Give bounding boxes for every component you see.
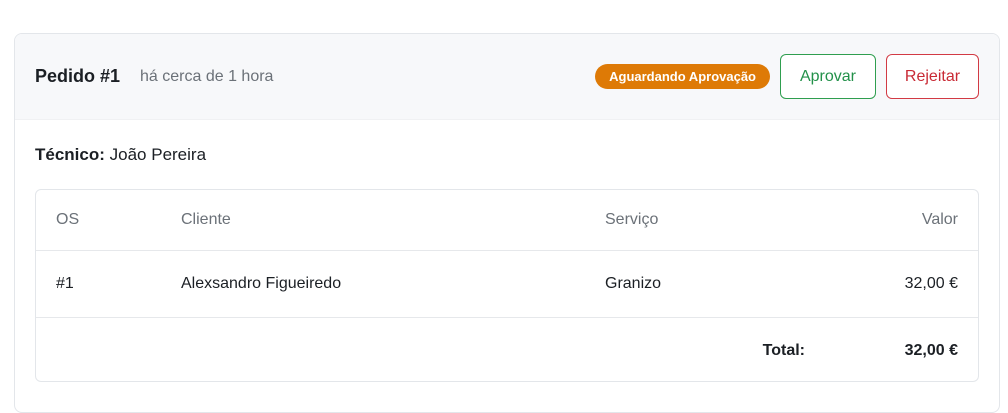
total-row: Total: 32,00 €: [36, 318, 978, 382]
order-header: Pedido #1 há cerca de 1 hora Aguardando …: [15, 34, 999, 120]
cell-service: Granizo: [605, 250, 805, 318]
column-header-service: Serviço: [605, 190, 805, 251]
total-value: 32,00 €: [904, 341, 958, 359]
approve-button[interactable]: Aprovar: [780, 54, 876, 99]
table-header-row: OS Cliente Serviço Valor: [36, 190, 978, 251]
order-card: Pedido #1 há cerca de 1 hora Aguardando …: [14, 33, 1000, 413]
total-label: Total:: [762, 341, 805, 359]
cell-client: Alexsandro Figueiredo: [181, 250, 605, 318]
order-title: Pedido #1: [35, 66, 121, 86]
technician-label: Técnico:: [35, 145, 105, 164]
column-header-os: OS: [36, 190, 181, 251]
order-timestamp: há cerca de 1 hora: [140, 67, 274, 85]
column-header-client: Cliente: [181, 190, 605, 251]
cell-os: #1: [36, 250, 181, 318]
technician-name: João Pereira: [109, 145, 207, 164]
order-items-table: OS Cliente Serviço Valor #1 Alexsandro F…: [35, 189, 979, 382]
status-badge: Aguardando Aprovação: [595, 64, 770, 89]
technician-line: Técnico: João Pereira: [35, 145, 206, 165]
table-row: #1 Alexsandro Figueiredo Granizo 32,00 €: [36, 250, 978, 318]
reject-button[interactable]: Rejeitar: [886, 54, 979, 99]
column-header-value: Valor: [805, 190, 978, 251]
cell-value: 32,00 €: [805, 250, 978, 318]
